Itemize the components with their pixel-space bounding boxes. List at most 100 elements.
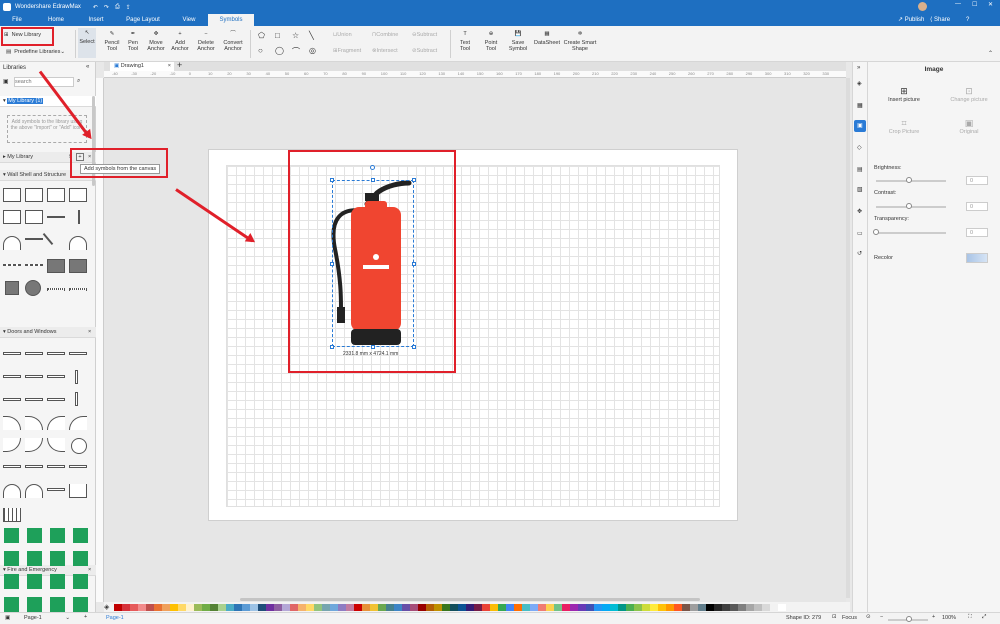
color-swatch[interactable] — [570, 603, 578, 611]
color-swatch[interactable] — [210, 603, 218, 611]
color-swatch[interactable] — [354, 603, 362, 611]
share-button[interactable]: ⟨ Share — [930, 14, 950, 26]
color-swatch[interactable] — [162, 603, 170, 611]
fire-exit-symbol[interactable] — [27, 597, 42, 612]
door-symbol[interactable] — [3, 465, 21, 468]
predefine-libraries-button[interactable]: ▤ Predefine Libraries ⌄ — [6, 47, 65, 56]
datasheet-button[interactable]: ▦ DataSheet — [533, 29, 561, 46]
color-swatch[interactable] — [746, 603, 754, 611]
color-swatch[interactable] — [202, 603, 210, 611]
wall-symbol[interactable] — [78, 210, 80, 224]
color-swatch[interactable] — [522, 603, 530, 611]
color-swatch[interactable] — [730, 603, 738, 611]
door-symbol[interactable] — [25, 398, 43, 401]
fire-exit-symbol[interactable] — [4, 528, 19, 543]
create-smart-shape-button[interactable]: ✲ Create Smart Shape — [562, 29, 598, 52]
fire-exit-symbol[interactable] — [4, 551, 19, 566]
fill-icon[interactable]: ◈ — [857, 80, 862, 87]
save-symbol-button[interactable]: 💾 Save Symbol — [507, 29, 529, 52]
convert-anchor-button[interactable]: ⌒ Convert Anchor — [220, 29, 246, 52]
color-swatch[interactable] — [346, 603, 354, 611]
door-symbol[interactable] — [25, 484, 43, 498]
color-swatch[interactable] — [650, 603, 658, 611]
expand-panel-icon[interactable]: » — [857, 65, 860, 71]
color-swatch[interactable] — [674, 603, 682, 611]
image-icon[interactable]: ▣ — [854, 120, 866, 132]
pencil-tool-button[interactable]: ✎ Pencil Tool — [102, 29, 122, 52]
door-symbol[interactable] — [3, 508, 21, 522]
color-swatch[interactable] — [146, 603, 154, 611]
wall-symbol[interactable] — [47, 288, 65, 290]
page-icon[interactable]: ▤ — [857, 166, 863, 173]
color-swatch[interactable] — [242, 603, 250, 611]
fire-exit-symbol[interactable] — [73, 597, 88, 612]
star-shape-icon[interactable]: ☆ — [292, 31, 299, 40]
color-swatch[interactable] — [514, 603, 522, 611]
presentation-icon[interactable]: ▭ — [857, 230, 863, 237]
color-swatch[interactable] — [450, 603, 458, 611]
color-swatch[interactable] — [778, 603, 786, 611]
color-swatch[interactable] — [714, 603, 722, 611]
color-swatch[interactable] — [378, 603, 386, 611]
menu-home[interactable]: Home — [36, 14, 76, 26]
crop-picture-button[interactable]: ⌗ Crop Picture — [882, 118, 926, 135]
brightness-slider-knob[interactable] — [906, 177, 912, 183]
door-symbol[interactable] — [75, 392, 78, 406]
color-swatch[interactable] — [546, 603, 554, 611]
color-swatch[interactable] — [218, 603, 226, 611]
color-swatch[interactable] — [114, 603, 122, 611]
color-swatch[interactable] — [186, 603, 194, 611]
color-swatch[interactable] — [138, 603, 146, 611]
color-swatch[interactable] — [530, 603, 538, 611]
door-symbol[interactable] — [69, 416, 87, 430]
color-swatch[interactable] — [594, 603, 602, 611]
fire-exit-symbol[interactable] — [4, 597, 19, 612]
text-tool-button[interactable]: T Text Tool — [456, 29, 474, 52]
color-swatch[interactable] — [474, 603, 482, 611]
door-symbol[interactable] — [3, 484, 21, 498]
color-swatch[interactable] — [122, 603, 130, 611]
color-swatch[interactable] — [682, 603, 690, 611]
door-symbol[interactable] — [47, 465, 65, 468]
contrast-input[interactable]: 0 — [966, 202, 988, 211]
color-swatch[interactable] — [426, 603, 434, 611]
zoom-slider-knob[interactable] — [906, 616, 912, 622]
wall-symbol[interactable] — [25, 264, 43, 266]
wall-symbol[interactable] — [3, 188, 21, 202]
door-symbol[interactable] — [3, 375, 21, 378]
wall-symbol[interactable] — [47, 216, 65, 218]
pentagon-shape-icon[interactable]: ⬠ — [258, 31, 265, 40]
color-swatch[interactable] — [738, 603, 746, 611]
color-swatch[interactable] — [314, 603, 322, 611]
color-swatch[interactable] — [690, 603, 698, 611]
fire-exit-symbol[interactable] — [27, 574, 42, 589]
move-anchor-button[interactable]: ✥ Move Anchor — [145, 29, 167, 52]
canvas-horizontal-scrollbar[interactable] — [240, 598, 700, 601]
color-swatch[interactable] — [610, 603, 618, 611]
fullscreen-icon[interactable]: ⤢ — [982, 614, 986, 621]
page-select[interactable]: Page-1 ⌄ — [22, 614, 72, 623]
color-swatch[interactable] — [754, 603, 762, 611]
door-symbol[interactable] — [69, 484, 87, 498]
color-swatch[interactable] — [322, 603, 330, 611]
color-swatch[interactable] — [626, 603, 634, 611]
color-swatch[interactable] — [330, 603, 338, 611]
transparency-input[interactable]: 0 — [966, 228, 988, 237]
fire-exit-symbol[interactable] — [50, 574, 65, 589]
color-swatch[interactable] — [290, 603, 298, 611]
color-swatch[interactable] — [658, 603, 666, 611]
color-swatch[interactable] — [490, 603, 498, 611]
fit-page-icon[interactable]: ⛶ — [968, 614, 972, 621]
brightness-input[interactable]: 0 — [966, 176, 988, 185]
color-swatch[interactable] — [402, 603, 410, 611]
color-swatch[interactable] — [234, 603, 242, 611]
color-swatch[interactable] — [410, 603, 418, 611]
color-swatch[interactable] — [634, 603, 642, 611]
door-symbol[interactable] — [3, 352, 21, 355]
color-swatch[interactable] — [154, 603, 162, 611]
color-swatch[interactable] — [482, 603, 490, 611]
color-swatch[interactable] — [642, 603, 650, 611]
layers-icon[interactable]: ◇ — [857, 144, 862, 151]
color-swatch[interactable] — [458, 603, 466, 611]
wall-symbol[interactable] — [5, 281, 19, 295]
